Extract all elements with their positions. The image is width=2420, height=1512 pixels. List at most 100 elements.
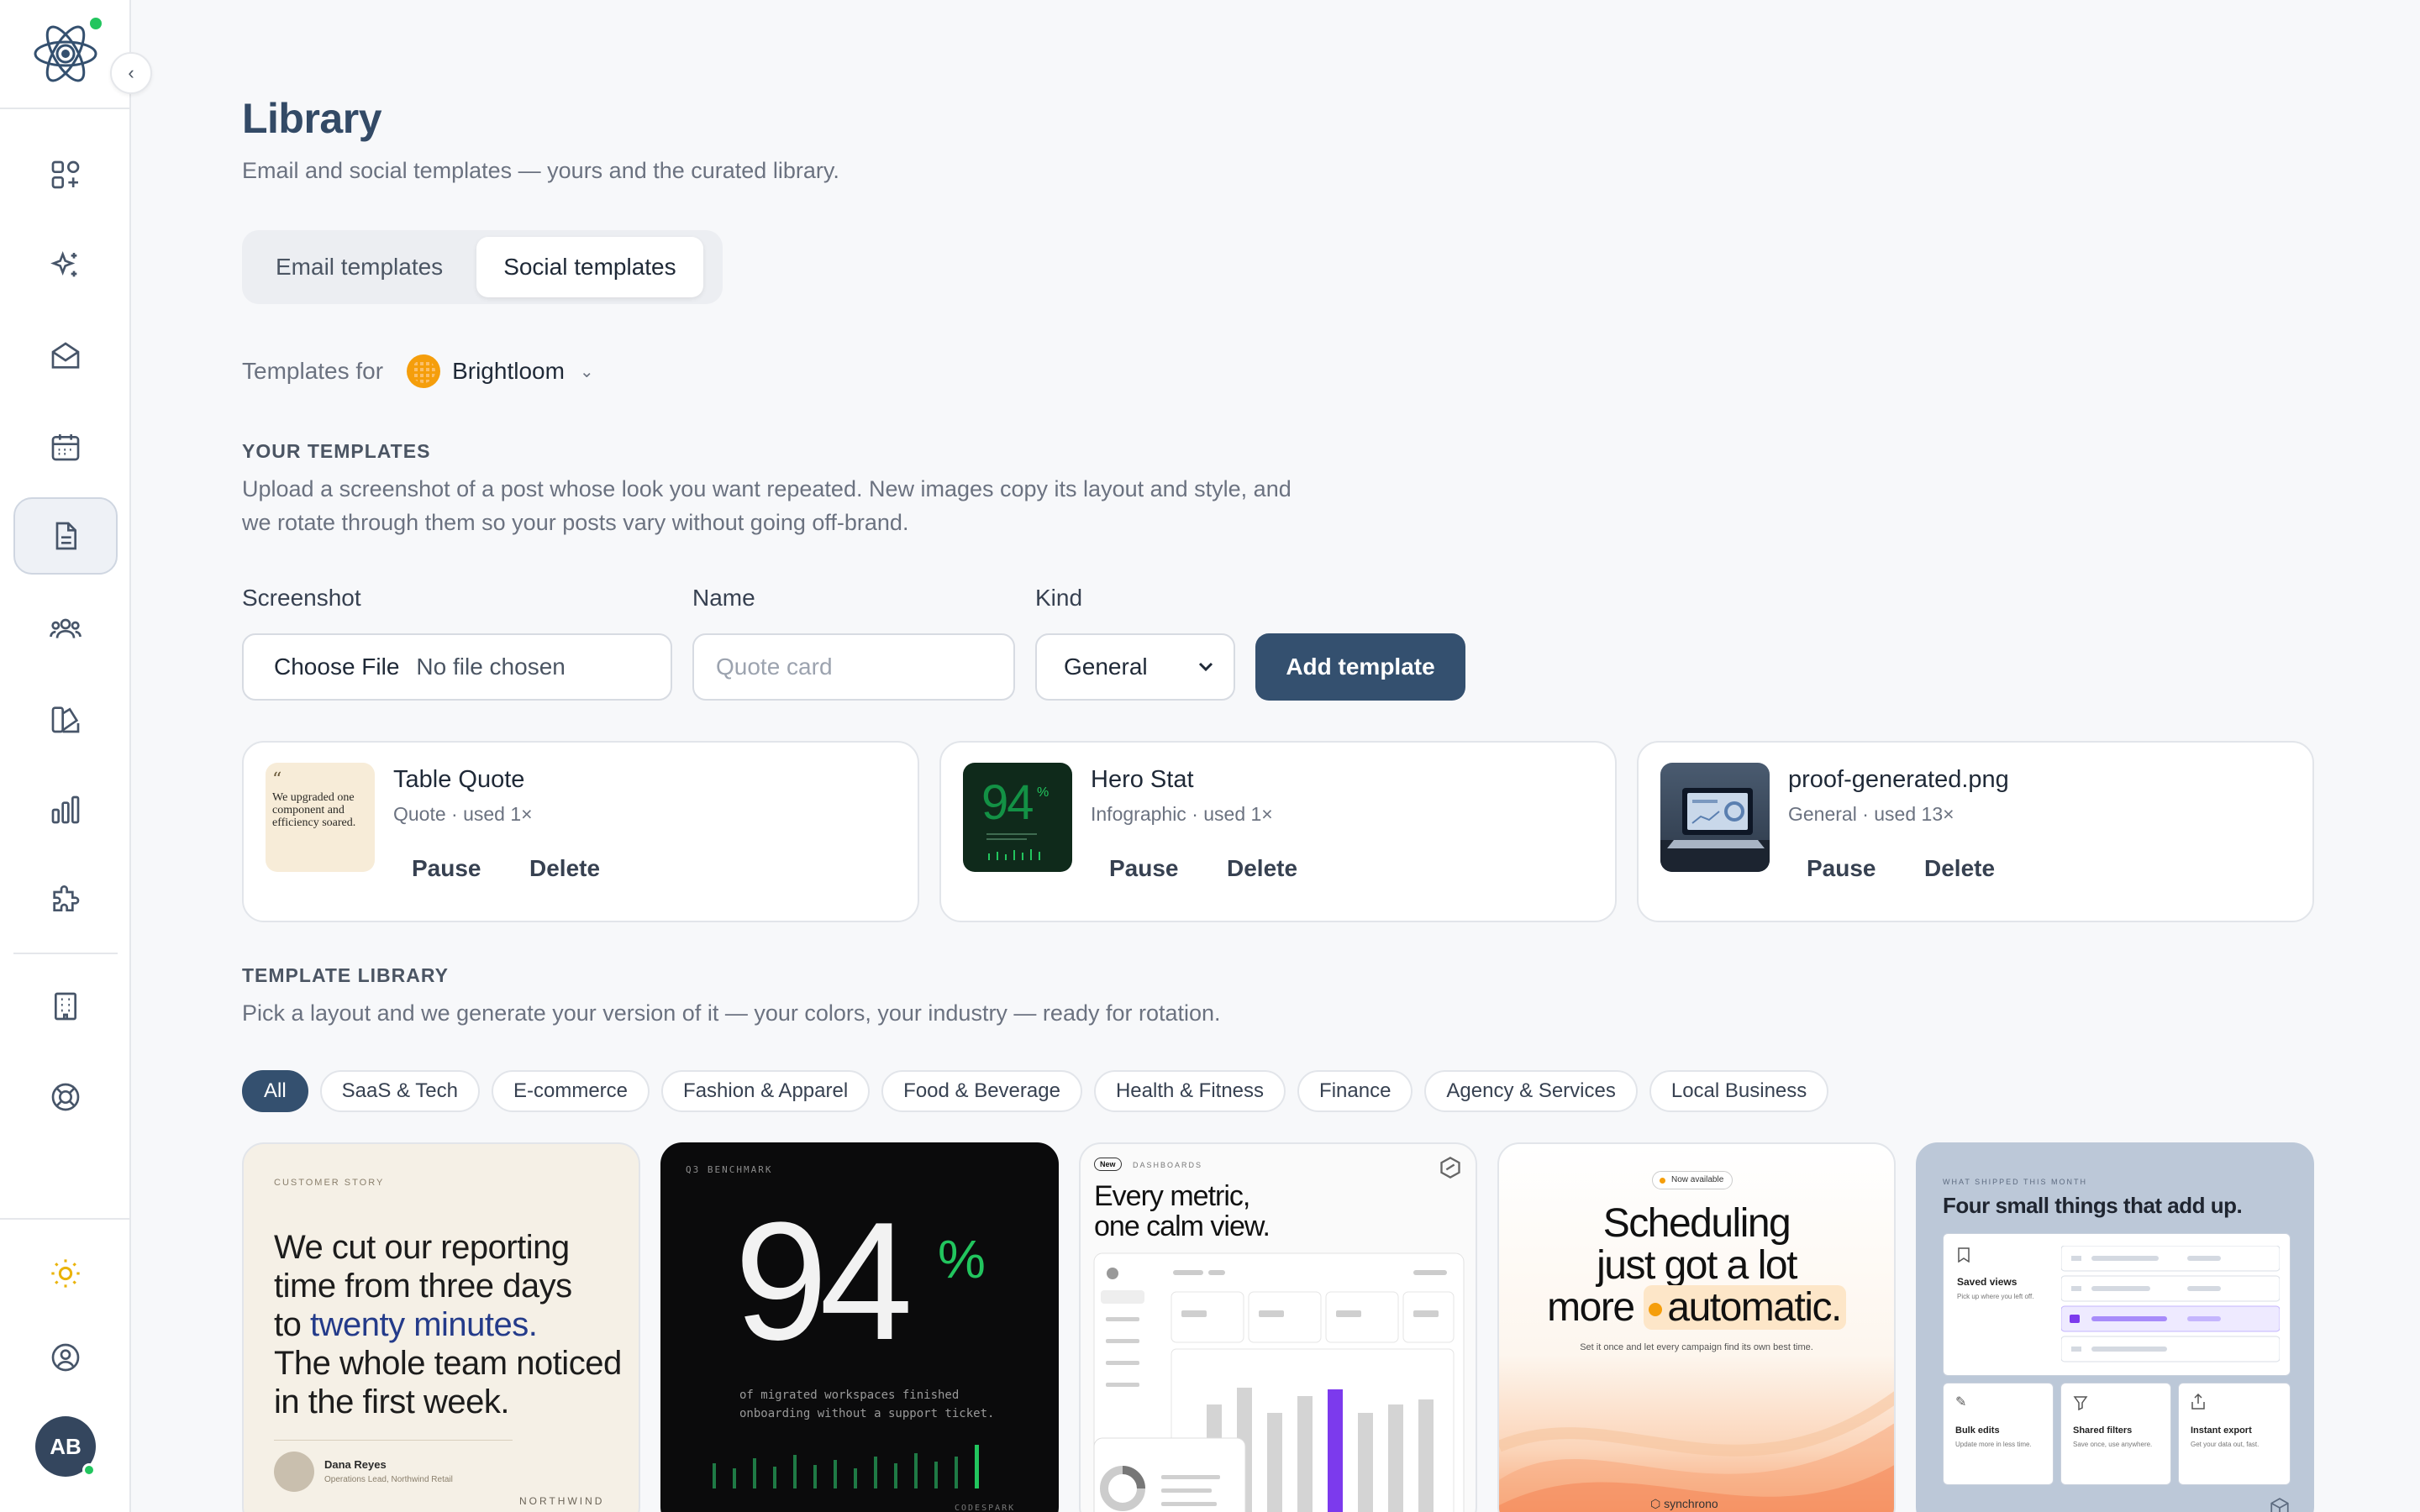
badge-text: Now available [1671, 1175, 1724, 1184]
template-thumbnail[interactable]: “ We upgraded one component and efficien… [266, 763, 375, 872]
filter-chip-all[interactable]: All [242, 1070, 308, 1112]
template-name: Hero Stat [1091, 766, 1194, 793]
sidebar-item-brand[interactable] [13, 680, 118, 758]
sidebar-item-analytics[interactable] [13, 771, 118, 848]
filter-chip-local[interactable]: Local Business [1649, 1070, 1829, 1112]
brand-logo-icon: ⬡ [1650, 1497, 1665, 1510]
filter-icon [2073, 1396, 2088, 1410]
sidebar-item-support[interactable] [13, 1058, 118, 1136]
sidebar-item-dashboard[interactable] [13, 136, 118, 213]
person-name: Dana Reyes [324, 1458, 387, 1471]
card-eyebrow: CUSTOMER STORY [274, 1178, 385, 1188]
sidebar-item-audience[interactable] [13, 590, 118, 667]
sidebar-item-calendar[interactable] [13, 408, 118, 486]
filter-chip-ecommerce[interactable]: E-commerce [492, 1070, 650, 1112]
screenshot-file-input[interactable]: Choose File No file chosen [242, 633, 672, 701]
template-name: Table Quote [393, 766, 525, 793]
feature-tile: Shared filters Save once, use anywhere. [2060, 1383, 2171, 1485]
add-template-button[interactable]: Add template [1255, 633, 1465, 701]
library-card-whats-shipped[interactable]: WHAT SHIPPED THIS MONTH Four small thing… [1916, 1142, 2314, 1512]
sidebar-item-workspace[interactable] [13, 968, 118, 1045]
pause-button[interactable]: Pause [412, 855, 481, 882]
template-library-description: Pick a layout and we generate your versi… [242, 1000, 1221, 1026]
collapse-sidebar-button[interactable]: ‹ [110, 52, 152, 94]
sidebar-item-integrations[interactable] [13, 862, 118, 939]
orange-dot-icon [1649, 1303, 1663, 1317]
feature-desc: Pick up where you left off. [1957, 1293, 2034, 1300]
export-icon [2191, 1394, 2205, 1410]
quote-text: to [274, 1306, 310, 1343]
sidebar-item-library[interactable] [13, 497, 118, 575]
template-thumbnail[interactable]: 94 % [963, 763, 1072, 872]
template-library-heading: TEMPLATE LIBRARY [242, 964, 449, 986]
card-divider [274, 1440, 513, 1441]
template-meta: General · used 13× [1788, 803, 1954, 825]
bar-chart-icon [51, 795, 80, 824]
feature-desc: Update more in less time. [1955, 1441, 2032, 1448]
headline-line: more automatic. [1499, 1285, 1894, 1330]
kind-label: Kind [1035, 585, 1083, 611]
page-title: Library [242, 95, 382, 142]
laptop-photo-icon [1660, 788, 1770, 872]
bar-sparkline [713, 1445, 979, 1488]
category-filters: All SaaS & Tech E-commerce Fashion & App… [242, 1070, 1829, 1112]
filter-chip-saas[interactable]: SaaS & Tech [319, 1070, 480, 1112]
sidebar-item-ai[interactable] [13, 227, 118, 304]
filter-chip-finance[interactable]: Finance [1297, 1070, 1413, 1112]
palette-icon [51, 706, 80, 733]
headline-line: just got a lot [1597, 1243, 1797, 1288]
filter-chip-food[interactable]: Food & Beverage [881, 1070, 1082, 1112]
your-templates-heading: YOUR TEMPLATES [242, 440, 431, 462]
templates-for-label: Templates for [242, 358, 384, 384]
template-name: proof-generated.png [1788, 766, 2009, 793]
quote-line: time from three days [274, 1268, 572, 1305]
template-meta: Infographic · used 1× [1091, 803, 1273, 825]
headline-line: Scheduling [1602, 1201, 1791, 1246]
chevron-down-icon [1198, 662, 1213, 672]
delete-button[interactable]: Delete [1924, 855, 1995, 882]
filter-chip-agency[interactable]: Agency & Services [1424, 1070, 1638, 1112]
template-thumbnail[interactable] [1660, 763, 1770, 872]
pause-button[interactable]: Pause [1807, 855, 1876, 882]
library-card-scheduling[interactable]: Now available Scheduling just got a lot … [1497, 1142, 1896, 1512]
feature-title: Saved views [1957, 1276, 2018, 1288]
name-input[interactable]: Quote card [692, 633, 1015, 701]
feature-tile: Instant export Get your data out, fast. [2178, 1383, 2291, 1485]
library-card-customer-story[interactable]: CUSTOMER STORY We cut our reporting time… [242, 1142, 640, 1512]
inbox-icon [51, 342, 80, 369]
library-card-benchmark[interactable]: Q3 BENCHMARK 94 % of migrated workspaces… [660, 1142, 1059, 1512]
quote-line: We cut our reporting [274, 1229, 570, 1266]
bookmark-icon [1958, 1247, 1970, 1263]
card-title: Four small things that add up. [1943, 1193, 2243, 1218]
tab-email-templates[interactable]: Email templates [249, 237, 470, 297]
sidebar-item-inbox[interactable] [13, 318, 118, 395]
template-card: 94 % Hero Stat Infographic · used 1× Pau… [939, 741, 1617, 922]
status-dot [1660, 1178, 1665, 1184]
tab-social-templates[interactable]: Social templates [476, 237, 703, 297]
filter-chip-fashion[interactable]: Fashion & Apparel [661, 1070, 871, 1112]
sidebar-item-account[interactable] [13, 1319, 118, 1396]
chevron-left-icon: ‹ [128, 62, 134, 83]
feature-title: Instant export [2191, 1425, 2252, 1436]
kind-select[interactable]: General [1035, 633, 1235, 701]
brand-selector[interactable]: Brightloom ⌄ [407, 354, 594, 388]
users-icon [50, 618, 82, 638]
list-preview [2061, 1246, 2280, 1362]
filter-chip-health[interactable]: Health & Fitness [1093, 1070, 1286, 1112]
sun-icon [51, 1259, 80, 1288]
delete-button[interactable]: Delete [1227, 855, 1297, 882]
quote-highlight: twenty minutes. [309, 1306, 538, 1343]
brand-name: synchrono [1664, 1497, 1718, 1510]
library-card-dashboards[interactable]: New DASHBOARDS Every metric, one calm vi… [1079, 1142, 1477, 1512]
feature-title: Bulk edits [1955, 1425, 2000, 1436]
svg-text:%: % [1037, 785, 1049, 800]
pause-button[interactable]: Pause [1109, 855, 1179, 882]
card-headline: Scheduling just got a lot more automatic… [1499, 1201, 1894, 1330]
brand-mark: CODESPARK [955, 1504, 1016, 1512]
delete-button[interactable]: Delete [529, 855, 600, 882]
card-quote: We cut our reporting time from three day… [274, 1228, 622, 1421]
choose-file-button[interactable]: Choose File [274, 654, 399, 680]
theme-toggle[interactable] [13, 1235, 118, 1312]
user-circle-icon [51, 1343, 80, 1372]
brand-name: Brightloom [452, 358, 565, 384]
